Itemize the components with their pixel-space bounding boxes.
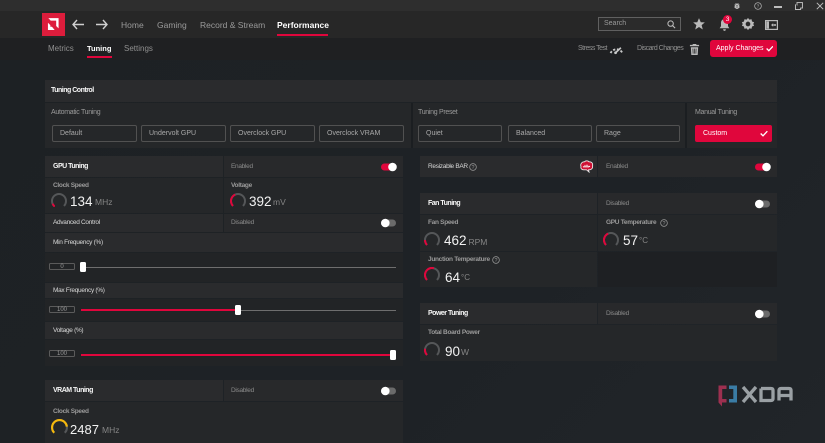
svg-text:?: ? xyxy=(495,258,498,264)
svg-text:?: ? xyxy=(663,221,666,227)
svg-text:?: ? xyxy=(757,4,760,9)
svg-text:?: ? xyxy=(472,164,475,170)
